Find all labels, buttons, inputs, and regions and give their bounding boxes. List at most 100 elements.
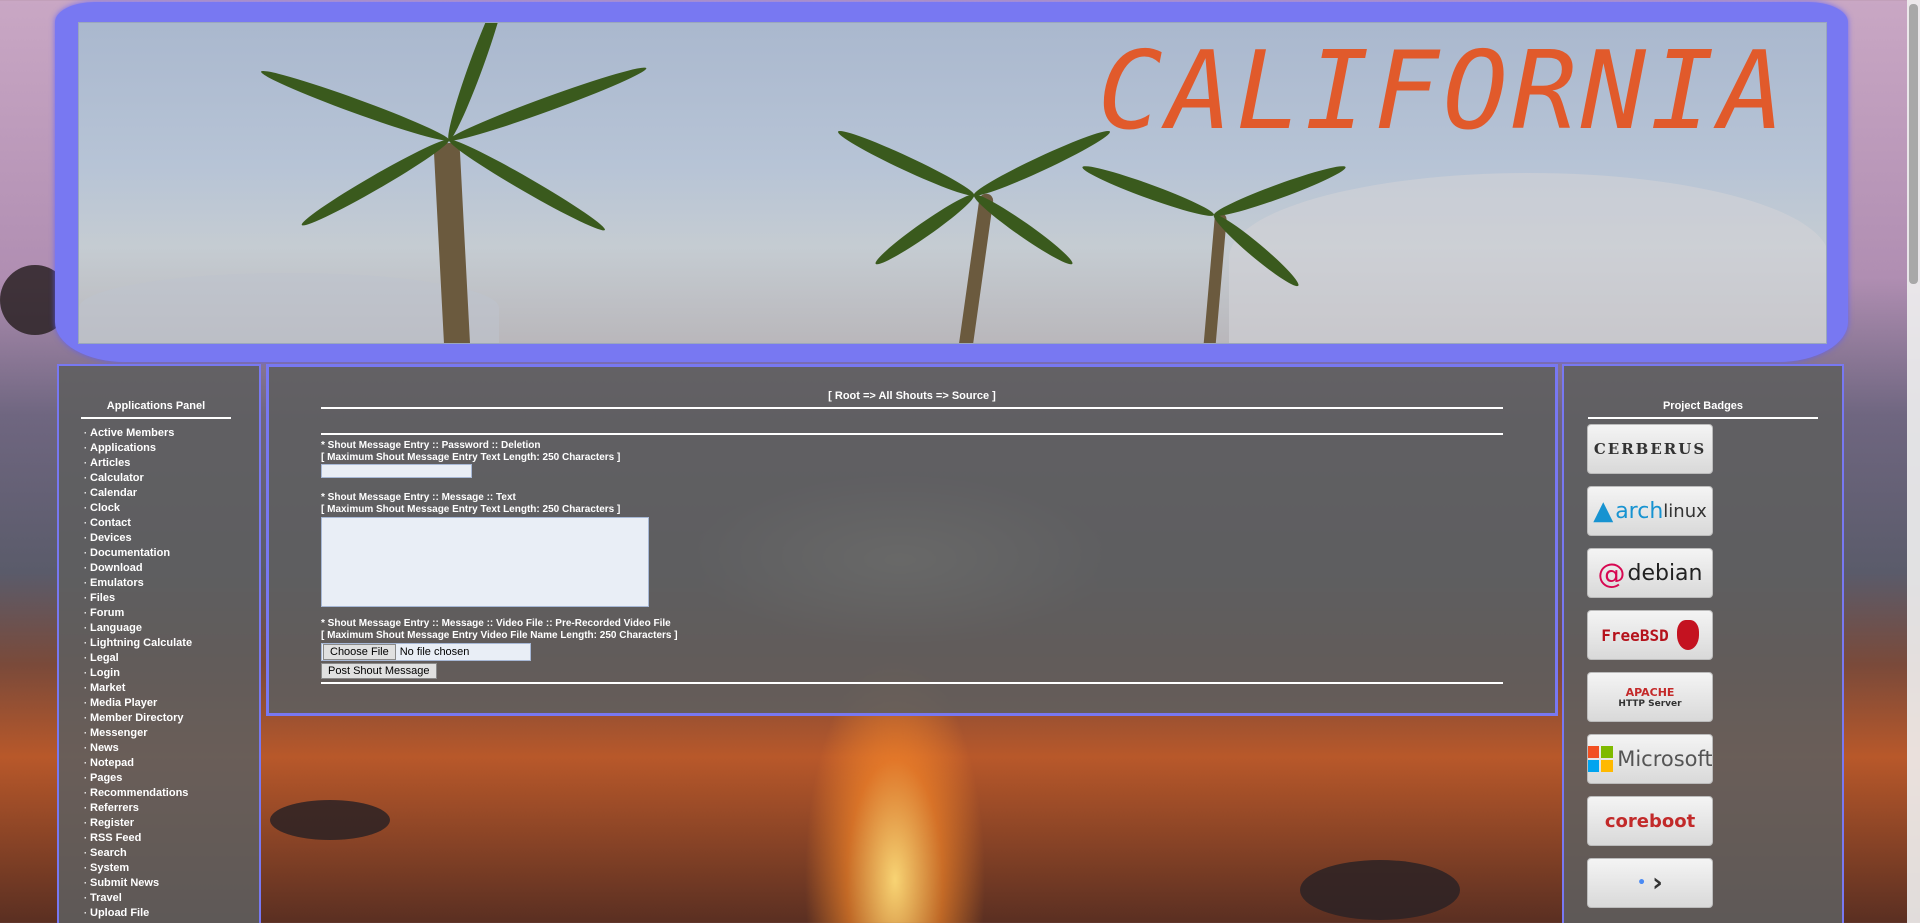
menu-item[interactable]: · Articles	[84, 456, 259, 471]
menu-item[interactable]: · Documentation	[84, 546, 259, 561]
menu-item[interactable]: · Clock	[84, 501, 259, 516]
menu-item[interactable]: · Member Directory	[84, 711, 259, 726]
menu-item[interactable]: · Login	[84, 666, 259, 681]
bullet-icon: ·	[84, 503, 87, 513]
bullet-icon: ·	[84, 803, 87, 813]
menu-item-link[interactable]: Calendar	[90, 487, 137, 499]
menu-item-link[interactable]: Recommendations	[90, 787, 188, 799]
menu-item-link[interactable]: Clock	[90, 502, 120, 514]
menu-item-link[interactable]: Submit News	[90, 877, 159, 889]
menu-item[interactable]: · Legal	[84, 651, 259, 666]
page-scrollbar[interactable]	[1907, 0, 1920, 923]
menu-item-link[interactable]: Market	[90, 682, 125, 694]
menu-item[interactable]: · Devices	[84, 531, 259, 546]
divider	[321, 433, 1503, 435]
menu-item-link[interactable]: Travel	[90, 892, 122, 904]
video-file-input[interactable]: Choose File No file chosen	[321, 643, 531, 661]
menu-item[interactable]: · Media Player	[84, 696, 259, 711]
menu-item[interactable]: · Pages	[84, 771, 259, 786]
menu-item-link[interactable]: Referrers	[90, 802, 139, 814]
bullet-icon: ·	[84, 458, 87, 468]
message-hint: [ Maximum Shout Message Entry Text Lengt…	[321, 504, 621, 515]
menu-item[interactable]: · Register	[84, 816, 259, 831]
menu-item[interactable]: · Market	[84, 681, 259, 696]
bullet-icon: ·	[84, 893, 87, 903]
menu-item-link[interactable]: Register	[90, 817, 134, 829]
menu-item-link[interactable]: Lightning Calculate	[90, 637, 192, 649]
badge-archlinux[interactable]: ▲ arch linux	[1587, 486, 1713, 536]
menu-item-link[interactable]: System	[90, 862, 129, 874]
menu-item[interactable]: · Referrers	[84, 801, 259, 816]
menu-item-link[interactable]: Search	[90, 847, 127, 859]
bullet-icon: ·	[84, 863, 87, 873]
menu-item-link[interactable]: Documentation	[90, 547, 170, 559]
menu-item[interactable]: · RSS Feed	[84, 831, 259, 846]
menu-item-link[interactable]: Download	[90, 562, 143, 574]
menu-item-link[interactable]: News	[90, 742, 119, 754]
menu-item[interactable]: · News	[84, 741, 259, 756]
menu-item-link[interactable]: RSS Feed	[90, 832, 141, 844]
menu-item[interactable]: · Language	[84, 621, 259, 636]
menu-item[interactable]: · Lightning Calculate	[84, 636, 259, 651]
menu-item-link[interactable]: Language	[90, 622, 142, 634]
menu-item[interactable]: · Travel	[84, 891, 259, 906]
menu-item-link[interactable]: Pages	[90, 772, 122, 784]
badge-debian[interactable]: @ debian	[1587, 548, 1713, 598]
badge-dev[interactable]: • ›	[1587, 858, 1713, 908]
menu-item-link[interactable]: Legal	[90, 652, 119, 664]
menu-item[interactable]: · Applications	[84, 441, 259, 456]
menu-item-link[interactable]: Emulators	[90, 577, 144, 589]
badge-apache[interactable]: APACHE HTTP Server	[1587, 672, 1713, 722]
background-rock	[1300, 860, 1460, 920]
menu-item[interactable]: · Forum	[84, 606, 259, 621]
chevron-right-icon: ›	[1652, 868, 1663, 898]
menu-item[interactable]: · Calculator	[84, 471, 259, 486]
menu-item[interactable]: · Download	[84, 561, 259, 576]
bullet-icon: ·	[84, 533, 87, 543]
badge-coreboot-text: coreboot	[1604, 810, 1696, 832]
badge-coreboot[interactable]: coreboot	[1587, 796, 1713, 846]
menu-item-link[interactable]: Forum	[90, 607, 124, 619]
breadcrumb: [ Root => All Shouts => Source ]	[321, 390, 1503, 409]
debian-swirl-icon: @	[1597, 556, 1626, 590]
menu-item-link[interactable]: Member Directory	[90, 712, 184, 724]
bullet-icon: ·	[84, 473, 87, 483]
choose-file-button[interactable]: Choose File	[323, 644, 396, 660]
menu-item[interactable]: · Contact	[84, 516, 259, 531]
badge-freebsd[interactable]: FreeBSD	[1587, 610, 1713, 660]
menu-item[interactable]: · Search	[84, 846, 259, 861]
message-label: * Shout Message Entry :: Message :: Text	[321, 492, 516, 503]
menu-item[interactable]: · Upload File	[84, 906, 259, 921]
menu-item-link[interactable]: Devices	[90, 532, 132, 544]
menu-item[interactable]: · Notepad	[84, 756, 259, 771]
menu-item[interactable]: · Submit News	[84, 876, 259, 891]
menu-item[interactable]: · System	[84, 861, 259, 876]
menu-item-link[interactable]: Applications	[90, 442, 156, 454]
menu-item[interactable]: · Recommendations	[84, 786, 259, 801]
menu-item-link[interactable]: Login	[90, 667, 120, 679]
menu-item[interactable]: · Calendar	[84, 486, 259, 501]
menu-item-link[interactable]: Upload File	[90, 907, 149, 919]
menu-item-link[interactable]: Contact	[90, 517, 131, 529]
password-input[interactable]	[321, 464, 472, 478]
menu-item-link[interactable]: Calculator	[90, 472, 144, 484]
post-shout-button[interactable]: Post Shout Message	[321, 663, 437, 679]
menu-item-link[interactable]: Articles	[90, 457, 130, 469]
badge-microsoft[interactable]: Microsoft	[1587, 734, 1713, 784]
menu-item[interactable]: · Files	[84, 591, 259, 606]
menu-item-link[interactable]: Files	[90, 592, 115, 604]
menu-item-link[interactable]: Media Player	[90, 697, 157, 709]
message-textarea[interactable]	[321, 517, 649, 607]
badge-apache-text: APACHE	[1625, 685, 1675, 699]
bullet-icon: ·	[84, 428, 87, 438]
menu-item[interactable]: · Emulators	[84, 576, 259, 591]
menu-item-link[interactable]: Active Members	[90, 427, 174, 439]
badge-cerberus[interactable]: CERBERUS	[1587, 424, 1713, 474]
scrollbar-thumb[interactable]	[1909, 4, 1918, 284]
menu-item[interactable]: · Active Members	[84, 426, 259, 441]
menu-item-link[interactable]: Messenger	[90, 727, 147, 739]
menu-item-link[interactable]: Notepad	[90, 757, 134, 769]
project-badges-panel: Project Badges CERBERUS ▲ arch linux @ de…	[1562, 364, 1844, 923]
menu-item[interactable]: · Messenger	[84, 726, 259, 741]
palm-frond	[835, 125, 977, 202]
